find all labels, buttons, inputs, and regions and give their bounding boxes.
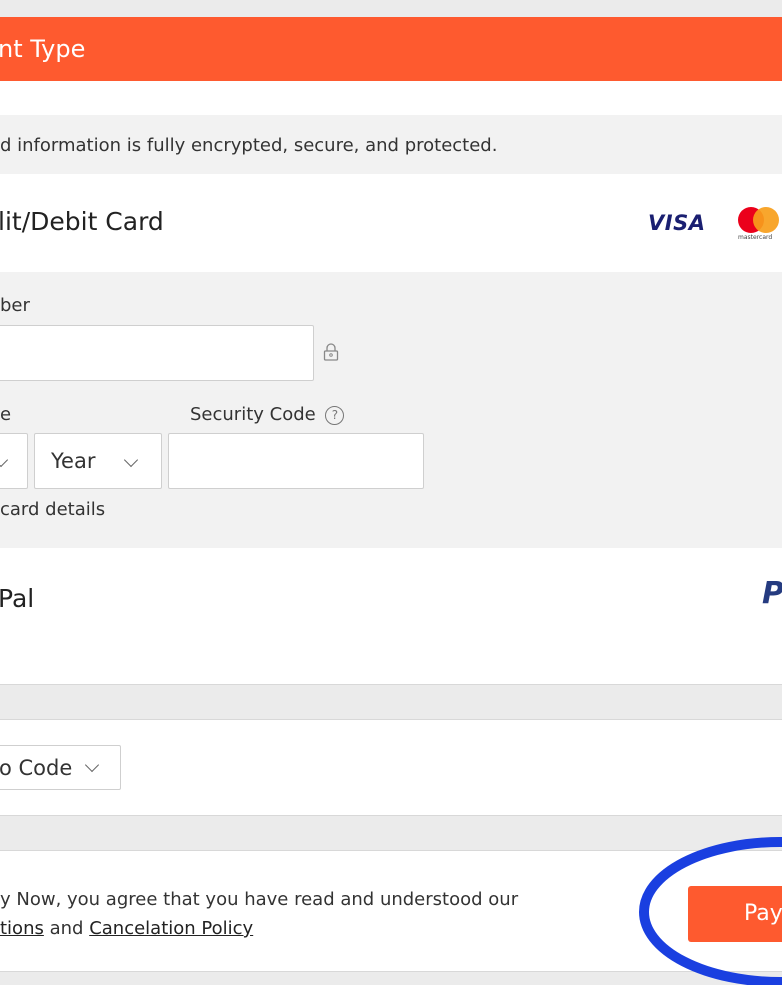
mastercard-orange-circle [753,207,779,233]
header-title: nt Type [0,35,86,63]
agreement-text: y Now, you agree that you have read and … [0,889,519,910]
card-details-note: card details [0,499,106,520]
secure-note: d information is fully encrypted, secure… [0,135,498,156]
year-select-value: Year [51,449,96,473]
security-code-label: Security Code ? [190,404,345,425]
card-number-input[interactable] [0,325,314,381]
promo-code-toggle[interactable]: o Code [0,745,121,790]
header-spacer [0,81,782,115]
chevron-down-icon [123,452,139,468]
agreement-links: tions and Cancelation Policy [0,918,253,939]
promo-code-label: o Code [0,756,73,780]
paypal-option-row[interactable]: Pal P [0,548,782,644]
terms-link[interactable]: tions [0,918,44,939]
mastercard-logo: mastercard [736,207,782,243]
month-select[interactable] [0,433,28,489]
section-gap [0,685,782,719]
year-select[interactable]: Year [34,433,162,489]
security-code-label-text: Security Code [190,404,316,425]
card-number-label: ber [0,295,30,316]
chevron-down-icon [84,757,100,773]
help-circle-icon[interactable]: ? [325,406,345,425]
expiry-label: e [0,404,12,425]
lock-icon [321,342,341,362]
security-code-input[interactable] [168,433,424,489]
card-form: ber e Security Code ? Year card details [0,272,782,548]
top-strip [0,0,782,17]
paypal-spacer [0,644,782,684]
paypal-logo: P [762,576,782,611]
card-option-label: lit/Debit Card [0,207,164,236]
visa-logo: VISA [648,211,706,235]
card-option-row[interactable]: lit/Debit Card VISA mastercard [0,174,782,272]
payment-type-header: nt Type [0,17,782,81]
annotation-circle [639,837,782,985]
agreement-connector: and [49,918,84,939]
chevron-down-icon [0,452,9,468]
mastercard-caption: mastercard [738,234,773,241]
promo-row: o Code [0,720,782,815]
secure-note-row: d information is fully encrypted, secure… [0,115,782,174]
cancelation-policy-link[interactable]: Cancelation Policy [89,918,253,939]
paypal-option-label: Pal [0,584,35,613]
